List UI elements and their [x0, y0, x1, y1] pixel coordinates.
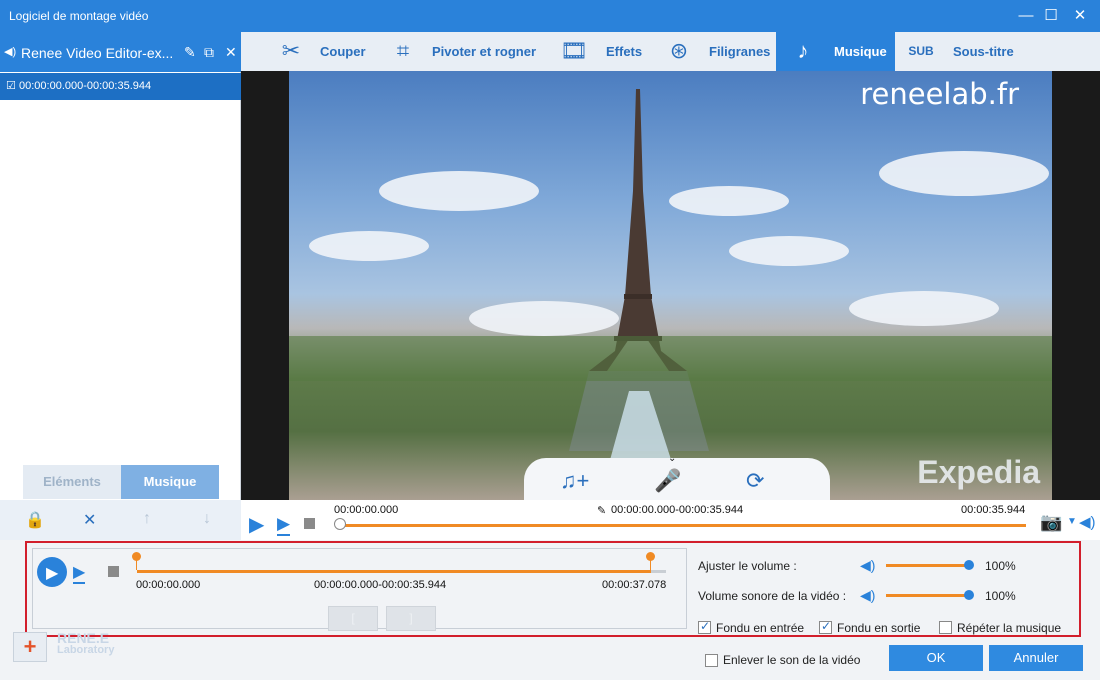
pencil-icon: ✎ — [597, 505, 607, 517]
music-end-time: 00:00:37.078 — [602, 579, 667, 591]
playback-controls: ▶ ▶ 00:00:00.000 ✎ 00:00:00.000-00:00:35… — [241, 500, 1100, 540]
tab-effets[interactable]: 🎞 Effets — [559, 32, 654, 71]
tab-sous-titre[interactable]: SUB Sous-titre — [906, 32, 1026, 71]
add-voice-icon[interactable]: 🎤 — [654, 468, 681, 494]
repeat-label: Répéter la musique — [957, 621, 1062, 635]
trim-start-line — [136, 559, 137, 570]
subtitle-icon: SUB — [908, 44, 934, 58]
close-button[interactable]: ✕ — [1066, 0, 1094, 32]
file-list-panel: ◀) Renee Video Editor-ex... ✎ ⧉ ✕ ☑ 00:0… — [0, 32, 241, 540]
edit-clip-icon: ☑ — [6, 80, 16, 92]
tab-musique[interactable]: ♪ Musique — [776, 32, 895, 71]
tab-music-list[interactable]: Musique — [121, 465, 219, 499]
logo-subtext: Laboratory — [57, 644, 115, 656]
lock-icon[interactable]: 🔒 — [25, 510, 45, 530]
fade-out-label: Fondu en sortie — [837, 621, 921, 635]
tab-label: Musique — [834, 44, 887, 59]
replace-icon[interactable]: ⟳ — [746, 468, 764, 494]
camera-dropdown-icon[interactable]: ▼ — [1067, 516, 1077, 527]
music-timeline[interactable] — [137, 570, 651, 573]
music-range: 00:00:00.000-00:00:35.944 — [314, 579, 447, 591]
delete-icon[interactable]: ✕ — [83, 510, 96, 530]
camera-icon[interactable]: 📷 — [1040, 512, 1062, 533]
watermark-icon: ⊛ — [669, 38, 689, 63]
volume-slider[interactable] — [886, 564, 970, 567]
title-bar: Logiciel de montage vidéo — ☐ ✕ — [0, 0, 1100, 32]
video-volume-slider[interactable] — [886, 594, 970, 597]
tab-label: Effets — [606, 44, 643, 59]
set-start-button[interactable]: [ — [328, 606, 378, 631]
stop-icon[interactable] — [304, 518, 315, 529]
copy-icon[interactable]: ⧉ — [204, 44, 214, 61]
logo-icon: + — [13, 632, 47, 662]
play-segment-icon[interactable]: ▶ — [73, 562, 86, 584]
watermark-text: reneelab.fr — [860, 77, 1019, 111]
speaker-icon: ◀) — [4, 46, 17, 58]
speaker-icon: ◀) — [860, 557, 876, 573]
chevron-down-icon[interactable]: ⌄ — [668, 453, 676, 464]
tab-pivoter[interactable]: ⌗ Pivoter et rogner — [388, 32, 548, 71]
fade-in-checkbox[interactable] — [698, 619, 711, 634]
play-icon[interactable]: ▶ — [249, 512, 264, 537]
list-actions: 🔒 ✕ ↑ ↓ — [0, 500, 241, 540]
pencil-icon[interactable]: ✎ — [184, 44, 196, 61]
music-timeline-remainder — [651, 570, 666, 573]
close-icon[interactable]: ✕ — [225, 44, 237, 61]
video-volume-value: 100% — [985, 589, 1016, 603]
move-up-icon[interactable]: ↑ — [143, 510, 151, 528]
tab-label: Sous-titre — [953, 44, 1014, 59]
maximize-button[interactable]: ☐ — [1037, 0, 1065, 32]
tab-label: Filigranes — [709, 44, 771, 59]
video-frame: reneelab.fr Expedia — [289, 71, 1052, 500]
window-title: Logiciel de montage vidéo — [9, 9, 149, 23]
fade-out-checkbox[interactable] — [819, 619, 832, 634]
preview-start-time: 00:00:00.000 — [334, 504, 399, 516]
remove-audio-label: Enlever le son de la vidéo — [723, 653, 861, 667]
trim-end-line — [650, 559, 651, 570]
volume-slider-handle[interactable] — [964, 560, 974, 570]
remove-audio-checkbox[interactable] — [705, 654, 718, 667]
fade-in-label: Fondu en entrée — [716, 621, 805, 635]
add-music-icon[interactable]: ♫+ — [560, 468, 589, 494]
speaker-icon: ◀) — [860, 587, 876, 603]
volume-label: Ajuster le volume : — [698, 559, 797, 573]
tab-label: Couper — [320, 44, 366, 59]
clip-item[interactable]: ☑ 00:00:00.000-00:00:35.944 — [0, 73, 241, 100]
eiffel-tower-illustration — [289, 89, 1052, 500]
volume-icon[interactable]: ◀) — [1079, 513, 1096, 531]
video-volume-slider-handle[interactable] — [964, 590, 974, 600]
crop-rotate-icon: ⌗ — [396, 38, 410, 63]
music-icon: ♪ — [797, 38, 809, 63]
preview-end-time: 00:00:35.944 — [961, 504, 1026, 516]
file-name: Renee Video Editor-ex... — [21, 45, 174, 61]
clip-range: 00:00:00.000-00:00:35.944 — [19, 80, 152, 92]
scissors-icon: ✂ — [281, 38, 301, 63]
preview-timeline[interactable] — [341, 524, 1026, 527]
preview-range: 00:00:00.000-00:00:35.944 — [611, 504, 744, 516]
cancel-button[interactable]: Annuler — [989, 645, 1083, 671]
repeat-checkbox[interactable] — [939, 621, 952, 634]
play-icon: ▶ — [46, 565, 59, 582]
music-start-time: 00:00:00.000 — [136, 579, 201, 591]
music-trim-box: ▶ ▶ 00:00:00.000 00:00:00.000-00:00:35.9… — [32, 548, 687, 631]
music-actions-overlay: ⌄ ♫+ 🎤 ⟳ — [524, 453, 830, 500]
stop-icon[interactable] — [108, 566, 119, 577]
ok-button[interactable]: OK — [889, 645, 983, 671]
tab-label: Pivoter et rogner — [432, 44, 537, 59]
tab-elements[interactable]: Eléments — [23, 465, 121, 499]
set-end-button[interactable]: ] — [386, 606, 436, 631]
tool-tabs: ✂ Couper ⌗ Pivoter et rogner 🎞 Effets ⊛ … — [241, 32, 1100, 71]
tab-couper[interactable]: ✂ Couper — [276, 32, 376, 71]
effects-icon: 🎞 — [560, 38, 588, 63]
file-header[interactable]: ◀) Renee Video Editor-ex... ✎ ⧉ ✕ — [0, 32, 241, 72]
volume-value: 100% — [985, 559, 1016, 573]
minimize-button[interactable]: — — [1012, 0, 1040, 32]
tab-filigranes[interactable]: ⊛ Filigranes — [664, 32, 774, 71]
timeline-handle[interactable] — [334, 518, 346, 530]
play-segment-icon[interactable]: ▶ — [277, 514, 291, 536]
move-down-icon[interactable]: ↓ — [203, 510, 211, 528]
video-volume-label: Volume sonore de la vidéo : — [698, 589, 847, 603]
brand-overlay: Expedia — [917, 454, 1040, 490]
video-preview: reneelab.fr Expedia ⌄ ♫+ 🎤 ⟳ — [241, 71, 1100, 500]
